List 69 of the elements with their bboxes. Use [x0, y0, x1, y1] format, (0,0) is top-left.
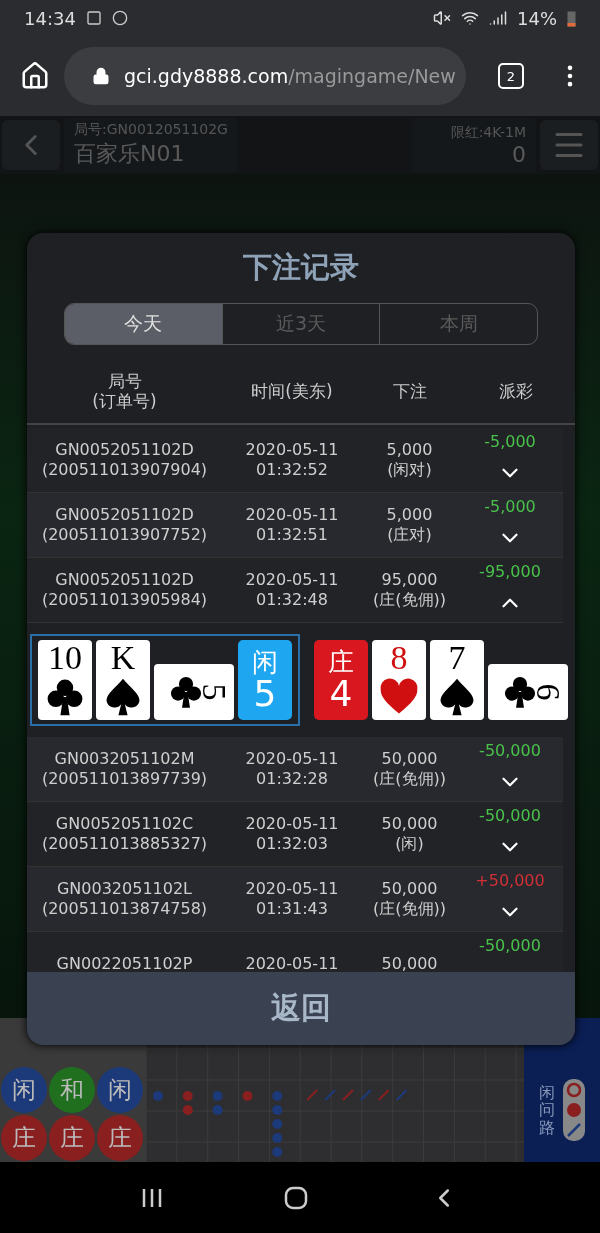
url-field[interactable]: gci.gdy8888.com/magingame/New	[64, 47, 466, 105]
mute-icon	[433, 9, 451, 27]
round-cell-text: GN0022051102P	[55, 954, 194, 972]
column-header: 派彩	[498, 381, 534, 402]
road-bead: 庄	[49, 1115, 95, 1161]
playing-card: 10	[38, 640, 92, 720]
payout-cell: -95,000	[479, 562, 541, 581]
round-cell-text: GN0052051102D (200511013905984)	[40, 570, 209, 610]
time-cell-text: 2020-05-11 01:32:28	[244, 749, 340, 789]
road-bead: 和	[49, 1067, 95, 1113]
ask-road-label: 闲问路	[539, 1083, 555, 1137]
payout-cell: -5,000	[484, 432, 536, 451]
slash-icon	[566, 1122, 582, 1138]
status-time: 14:34	[24, 7, 76, 29]
bet-cell-text: 50,000 (闲)	[380, 814, 439, 854]
wifi-icon	[461, 9, 479, 27]
payout-cell: -50,000	[479, 741, 541, 760]
tab-count-button[interactable]: 2	[498, 63, 524, 89]
round-cell-text: GN0032051102M (200511013897739)	[40, 749, 209, 789]
return-button[interactable]: 返回	[27, 972, 575, 1045]
round-cell-text: GN0032051102L (200511013874758)	[40, 879, 209, 919]
road-bead: 庄	[97, 1115, 143, 1161]
bet-limit: 限红:4K-1M	[450, 123, 526, 142]
bet-cell-text: 50,000 (庄(免佣))	[372, 749, 447, 789]
time-cell-text: 2020-05-11 01:32:52	[244, 440, 340, 480]
column-header: 局号 (订单号)	[91, 371, 158, 412]
home-button-icon[interactable]	[284, 1185, 308, 1210]
payout-cell: +50,000	[475, 871, 545, 890]
playing-card: 6	[488, 664, 568, 720]
time-cell-text: 2020-05-11 01:32:48	[244, 570, 340, 610]
road-bead: 庄	[1, 1115, 47, 1161]
dialog-title: 下注记录	[242, 249, 360, 286]
balance: 0	[512, 141, 526, 167]
lock-icon	[92, 67, 110, 85]
round-cell-text: GN0052051102D (200511013907752)	[40, 505, 209, 545]
dot-icon	[566, 1102, 582, 1118]
home-icon[interactable]	[20, 61, 50, 91]
battery-percent: 14%	[517, 7, 557, 29]
column-header: 时间(美东)	[250, 381, 334, 402]
signal-icon	[489, 9, 507, 27]
recent-apps-icon[interactable]	[140, 1186, 163, 1209]
payout-cell: -5,000	[484, 497, 536, 516]
time-cell-text: 2020-05-11 01:32:03	[244, 814, 340, 854]
time-cell-text: 2020-05-11 01:32:51	[244, 505, 340, 545]
bet-cell-text: 95,000 (庄(免佣))	[372, 570, 447, 610]
round-number: 局号:GN0012051102G	[74, 121, 228, 139]
road-bead: 闲	[1, 1067, 47, 1113]
hand-total: 闲 5	[238, 640, 292, 720]
table-name: 百家乐N01	[74, 140, 185, 168]
road-bead: 闲	[97, 1067, 143, 1113]
time-cell-text: 2020-05-11 01:31:43	[244, 879, 340, 919]
payout-cell: -50,000	[479, 936, 541, 955]
time-cell-text: 2020-05-11	[244, 954, 340, 972]
round-cell-text: GN0052051102C (200511013885327)	[40, 814, 209, 854]
ring-icon	[566, 1082, 582, 1098]
battery-icon	[567, 9, 576, 27]
payout-cell: -50,000	[479, 806, 541, 825]
bet-cell-text: 5,000 (闲对)	[385, 440, 434, 480]
bet-cell-text: 50,000	[380, 954, 439, 972]
period-tab[interactable]: 今天	[65, 304, 222, 344]
playing-card: 8	[372, 640, 426, 720]
round-cell-text: GN0052051102D (200511013907904)	[40, 440, 209, 480]
playing-card: 5	[154, 664, 234, 720]
column-header: 下注	[391, 381, 428, 402]
bet-cell-text: 50,000 (庄(免佣))	[372, 879, 447, 919]
playing-card: 7	[430, 640, 484, 720]
hand-total: 庄 4	[314, 640, 368, 720]
bet-cell-text: 5,000 (庄对)	[385, 505, 434, 545]
playing-card: K	[96, 640, 150, 720]
